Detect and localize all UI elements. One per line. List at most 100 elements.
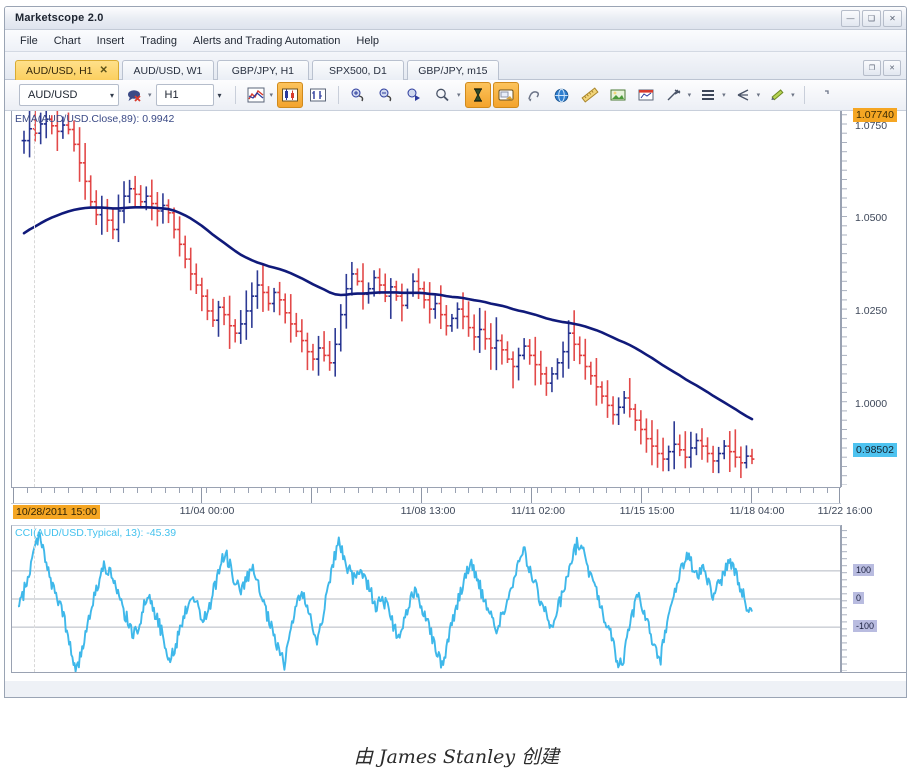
tab-strip-controls: ❐ ✕ xyxy=(863,60,901,76)
screenshot-root: Marketscope 2.0 — ❑ ✕ File Chart Insert … xyxy=(0,0,913,782)
close-icon[interactable]: ✕ xyxy=(883,60,901,76)
time-axis-tick xyxy=(744,488,745,493)
time-axis-tick xyxy=(303,488,304,493)
menu-item-insert[interactable]: Insert xyxy=(90,33,132,49)
chevron-down-icon[interactable]: ▾ xyxy=(722,91,726,99)
time-axis-tick xyxy=(275,488,276,493)
time-axis-tick xyxy=(330,488,331,493)
cci-pane: CCI(AUD/USD.Typical, 13): -45.39 100 0 -… xyxy=(5,525,906,681)
chevron-down-icon[interactable]: ▾ xyxy=(218,91,222,100)
cci-plot-area[interactable] xyxy=(11,525,841,673)
candlestick-chart-icon[interactable] xyxy=(277,82,304,108)
instrument-select-value: AUD/USD xyxy=(28,89,78,101)
menu-item-trading[interactable]: Trading xyxy=(133,33,184,49)
bar-chart-icon[interactable] xyxy=(305,82,331,108)
cci-axis[interactable]: 100 0 -100 xyxy=(841,525,906,673)
tab-gbpjpy-m15[interactable]: GBP/JPY, m15 xyxy=(406,60,499,80)
maximize-icon[interactable]: ❑ xyxy=(862,10,881,27)
time-axis-label-start: 10/28/2011 15:00 xyxy=(13,505,100,519)
cci-level-100-badge: 100 xyxy=(853,564,875,576)
time-axis-tick xyxy=(137,488,138,493)
price-axis-label: 1.0000 xyxy=(855,398,888,410)
chart-tab-strip: AUD/USD, H1 ✕ AUD/USD, W1 GBP/JPY, H1 SP… xyxy=(5,52,906,80)
time-axis-label: 11/08 13:00 xyxy=(400,505,456,517)
menu-item-chart[interactable]: Chart xyxy=(47,33,88,49)
time-axis-tick xyxy=(537,488,538,493)
price-axis-label: 1.0250 xyxy=(855,305,888,317)
fibonacci-icon[interactable] xyxy=(730,82,756,108)
price-axis[interactable]: 1.07740 0.98502 1.0750 1.0500 1.0250 1.0000 xyxy=(841,108,906,487)
instrument-select[interactable]: AUD/USD ▾ xyxy=(19,84,119,106)
ruler-icon[interactable] xyxy=(577,82,603,108)
time-axis-tick xyxy=(662,488,663,493)
chevron-down-icon[interactable]: ▾ xyxy=(791,91,795,99)
time-axis-label: 11/11 02:00 xyxy=(511,505,565,517)
tab-close-icon[interactable]: ✕ xyxy=(100,65,108,76)
time-axis-tick xyxy=(786,488,787,493)
price-pane-legend: EMA(AUD/USD.Close,89): 0.9942 xyxy=(15,113,175,125)
time-axis-tick xyxy=(206,488,207,493)
chart-toolbar: AUD/USD ▾ ▾ H1 ▾ ▾ ▾ ▾ ▾ ▾ ▾ xyxy=(5,80,906,111)
time-axis-major-tick xyxy=(839,488,840,503)
time-axis-tick xyxy=(54,488,55,493)
overflow-icon[interactable] xyxy=(812,82,838,108)
tab-spx500-d1[interactable]: SPX500, D1 xyxy=(311,60,404,80)
pencil-icon[interactable] xyxy=(764,82,790,108)
restore-icon[interactable]: ❐ xyxy=(863,60,881,76)
title-bar: Marketscope 2.0 — ❑ ✕ xyxy=(5,7,906,30)
window-icon[interactable] xyxy=(633,82,659,108)
chart-type-icon[interactable] xyxy=(243,82,269,108)
globe-icon[interactable] xyxy=(549,82,575,108)
timeframe-select-value: H1 xyxy=(164,89,179,101)
close-icon[interactable]: ✕ xyxy=(883,10,902,27)
menu-item-help[interactable]: Help xyxy=(349,33,386,49)
chevron-down-icon[interactable]: ▾ xyxy=(457,91,461,99)
menu-item-file[interactable]: File xyxy=(13,33,45,49)
minimize-icon[interactable]: — xyxy=(841,10,860,27)
time-axis-tick xyxy=(151,488,152,493)
time-axis-tick xyxy=(96,488,97,493)
menu-item-alerts-and-trading-automation[interactable]: Alerts and Trading Automation xyxy=(186,33,347,49)
zoom-out-icon[interactable] xyxy=(374,82,400,108)
time-axis-tick xyxy=(813,488,814,493)
toolbar-separator xyxy=(234,86,236,104)
zoom-in-icon[interactable] xyxy=(346,82,372,108)
time-axis-tick xyxy=(758,488,759,493)
time-axis-tick xyxy=(648,488,649,493)
time-axis-tick xyxy=(731,488,732,493)
time-axis-label: 11/04 00:00 xyxy=(179,505,235,517)
chevron-down-icon: ▾ xyxy=(109,90,114,100)
timeframe-select[interactable]: H1 xyxy=(155,84,214,106)
lines-icon[interactable] xyxy=(695,82,721,108)
time-axis-ticks xyxy=(11,488,841,504)
chevron-down-icon[interactable]: ▾ xyxy=(148,91,152,99)
time-axis-tick xyxy=(82,488,83,493)
price-axis-ticks xyxy=(842,114,847,485)
indicator-icon[interactable] xyxy=(661,82,687,108)
tab-gbpjpy-h1[interactable]: GBP/JPY, H1 xyxy=(216,60,309,80)
hourglass-icon[interactable] xyxy=(464,82,491,108)
magnifier-icon[interactable] xyxy=(430,82,456,108)
time-axis-major-tick xyxy=(751,488,752,503)
pointer-icon[interactable] xyxy=(521,82,547,108)
time-axis-tick xyxy=(772,488,773,493)
chevron-down-icon[interactable]: ▾ xyxy=(688,91,692,99)
chevron-down-icon[interactable]: ▾ xyxy=(270,91,274,99)
tab-audusd-h1[interactable]: AUD/USD, H1 ✕ xyxy=(15,60,119,80)
chevron-down-icon[interactable]: ▾ xyxy=(757,91,761,99)
zoom-reset-icon[interactable] xyxy=(402,82,428,108)
time-axis-tick xyxy=(579,488,580,493)
image-icon[interactable] xyxy=(605,82,631,108)
time-axis-tick xyxy=(496,488,497,493)
time-axis[interactable]: 10/28/2011 15:00 11/04 00:00 11/08 13:00… xyxy=(11,487,872,525)
marketscope-window: Marketscope 2.0 — ❑ ✕ File Chart Insert … xyxy=(4,6,907,698)
tab-audusd-w1[interactable]: AUD/USD, W1 xyxy=(121,60,214,80)
add-indicator-button[interactable] xyxy=(121,82,147,108)
price-plot-area[interactable] xyxy=(11,111,841,487)
price-axis-label: 1.0750 xyxy=(855,120,888,132)
time-axis-tick xyxy=(703,488,704,493)
note-icon[interactable] xyxy=(492,82,519,108)
time-axis-tick xyxy=(427,488,428,493)
tab-label: AUD/USD, H1 xyxy=(26,64,93,77)
toolbar-separator xyxy=(338,86,340,104)
